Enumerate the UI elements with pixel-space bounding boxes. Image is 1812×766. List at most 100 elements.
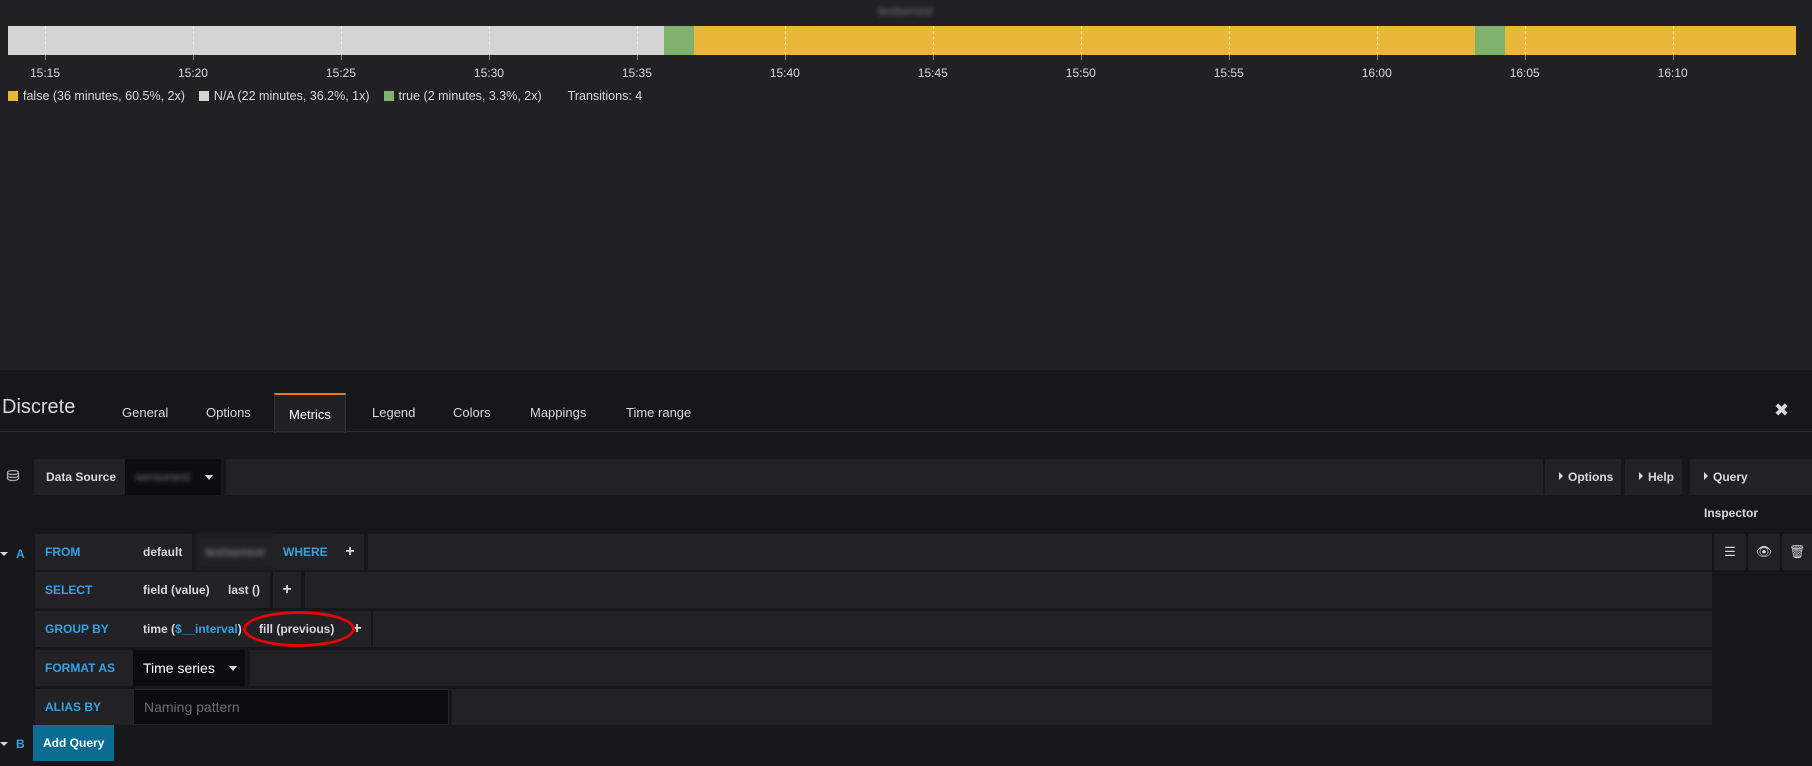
legend-item-false[interactable]: false (36 minutes, 60.5%, 2x) xyxy=(8,89,185,103)
menu-icon[interactable]: ☰ xyxy=(1714,534,1746,570)
legend-label: false (36 minutes, 60.5%, 2x) xyxy=(23,89,185,103)
where-label: WHERE xyxy=(273,534,338,570)
select-field[interactable]: field (value) xyxy=(133,572,220,608)
add-select-button[interactable]: + xyxy=(273,572,301,608)
time-tick-mark xyxy=(1080,55,1082,60)
time-tick-label: 15:30 xyxy=(473,66,504,80)
time-tick-mark xyxy=(636,55,638,60)
legend-item-na[interactable]: N/A (22 minutes, 36.2%, 1x) xyxy=(198,89,370,103)
timeline-gridline xyxy=(784,26,786,55)
trash-icon[interactable]: 🗑 xyxy=(1782,534,1812,570)
caret-right-icon xyxy=(1559,472,1563,480)
add-query-button[interactable]: Add Query xyxy=(33,725,115,761)
tabs-divider xyxy=(0,431,1812,432)
time-tick-mark xyxy=(192,55,194,60)
options-button-label: Options xyxy=(1568,470,1614,484)
time-tick-label: 15:15 xyxy=(29,66,60,80)
group-row-filler xyxy=(373,611,1712,647)
format-as-value: Time series xyxy=(143,660,215,676)
help-button-label: Help xyxy=(1648,470,1675,484)
timeline-gridline xyxy=(932,26,934,55)
legend-swatch-false xyxy=(8,91,18,101)
time-tick-label: 15:20 xyxy=(177,66,208,80)
timeline-segment-na[interactable] xyxy=(8,26,664,55)
alias-by-label: ALIAS BY xyxy=(35,689,141,725)
time-tick-mark xyxy=(488,55,490,60)
select-function[interactable]: last () xyxy=(218,572,271,608)
time-tick-mark xyxy=(1376,55,1378,60)
timeline-segment-false[interactable] xyxy=(1504,26,1796,55)
add-group-by-button[interactable]: + xyxy=(343,611,371,647)
time-tick-label: 15:50 xyxy=(1065,66,1096,80)
close-icon[interactable]: ✖ xyxy=(1774,400,1789,421)
caret-down-icon xyxy=(229,666,237,675)
editor-title: Discrete xyxy=(2,396,76,418)
query-letter: B xyxy=(16,737,25,751)
timeline-gridline xyxy=(1524,26,1526,55)
tab-time-range[interactable]: Time range xyxy=(612,393,705,433)
group-by-fill[interactable]: fill (previous) xyxy=(249,611,345,647)
data-source-label: Data Source xyxy=(34,459,129,495)
time-tick-mark xyxy=(1672,55,1674,60)
tab-colors[interactable]: Colors xyxy=(439,393,505,433)
query-b-toggle[interactable]: B xyxy=(0,737,25,751)
alias-row-filler xyxy=(452,689,1712,725)
from-measurement[interactable]: testsensor xyxy=(195,534,276,570)
timeline-segment-true[interactable] xyxy=(1475,26,1505,55)
timeline-gridline xyxy=(1672,26,1674,55)
time-tick-label: 16:05 xyxy=(1509,66,1540,80)
format-as-select[interactable]: Time series xyxy=(133,650,245,686)
group-by-label: GROUP BY xyxy=(35,611,141,647)
legend-label: N/A (22 minutes, 36.2%, 1x) xyxy=(213,89,370,103)
time-tick-label: 15:25 xyxy=(325,66,356,80)
tab-mappings[interactable]: Mappings xyxy=(516,393,600,433)
eye-icon[interactable]: 👁 xyxy=(1748,534,1780,570)
alias-by-input[interactable] xyxy=(133,689,449,725)
caret-down-icon xyxy=(205,475,213,484)
timeline-gridline xyxy=(1376,26,1378,55)
group-time-variable: $__interval xyxy=(175,622,238,636)
caret-right-icon xyxy=(1704,472,1708,480)
group-time-suffix: ) xyxy=(237,622,242,636)
tab-general[interactable]: General xyxy=(108,393,182,433)
add-where-button[interactable]: + xyxy=(336,534,364,570)
from-policy[interactable]: default xyxy=(133,534,193,570)
time-tick-mark xyxy=(1524,55,1526,60)
legend-swatch-true xyxy=(383,91,394,101)
database-icon xyxy=(6,469,20,482)
discrete-panel xyxy=(0,0,1812,370)
discrete-timeline xyxy=(8,26,1796,55)
timeline-gridline xyxy=(340,26,342,55)
options-button[interactable]: Options xyxy=(1545,459,1622,495)
tab-options[interactable]: Options xyxy=(192,393,265,433)
group-by-time[interactable]: time ($__interval) xyxy=(133,611,252,647)
timeline-segment-true[interactable] xyxy=(664,26,694,55)
tab-legend[interactable]: Legend xyxy=(358,393,429,433)
time-tick-mark xyxy=(1228,55,1230,60)
format-as-label: FORMAT AS xyxy=(35,650,141,686)
query-inspector-button[interactable]: Query Inspector xyxy=(1690,459,1812,520)
legend-swatch-na xyxy=(198,91,209,101)
data-source-select[interactable]: sensortest xyxy=(125,459,221,495)
time-tick-label: 15:40 xyxy=(769,66,800,80)
from-row-filler xyxy=(368,534,1712,570)
timeline-gridline xyxy=(1080,26,1082,55)
timeline-gridline xyxy=(1228,26,1230,55)
time-tick-mark xyxy=(932,55,934,60)
time-tick-label: 15:45 xyxy=(917,66,948,80)
panel-title[interactable]: testsensor xyxy=(0,4,1812,18)
data-source-value: sensortest xyxy=(135,470,191,484)
tab-metrics[interactable]: Metrics xyxy=(274,393,346,433)
query-a-toggle[interactable]: A xyxy=(0,547,25,561)
legend-item-true[interactable]: true (2 minutes, 3.3%, 2x) xyxy=(383,89,542,103)
caret-down-icon xyxy=(0,552,8,556)
select-row-filler xyxy=(305,572,1712,608)
format-row-filler xyxy=(250,650,1712,686)
from-label: FROM xyxy=(35,534,141,570)
timeline-gridline xyxy=(192,26,194,55)
query-inspector-button-label: Query Inspector xyxy=(1704,470,1759,520)
group-time-prefix: time ( xyxy=(143,622,176,636)
caret-right-icon xyxy=(1639,472,1643,480)
help-button[interactable]: Help xyxy=(1625,459,1683,495)
timeline-segment-false[interactable] xyxy=(693,26,1476,55)
